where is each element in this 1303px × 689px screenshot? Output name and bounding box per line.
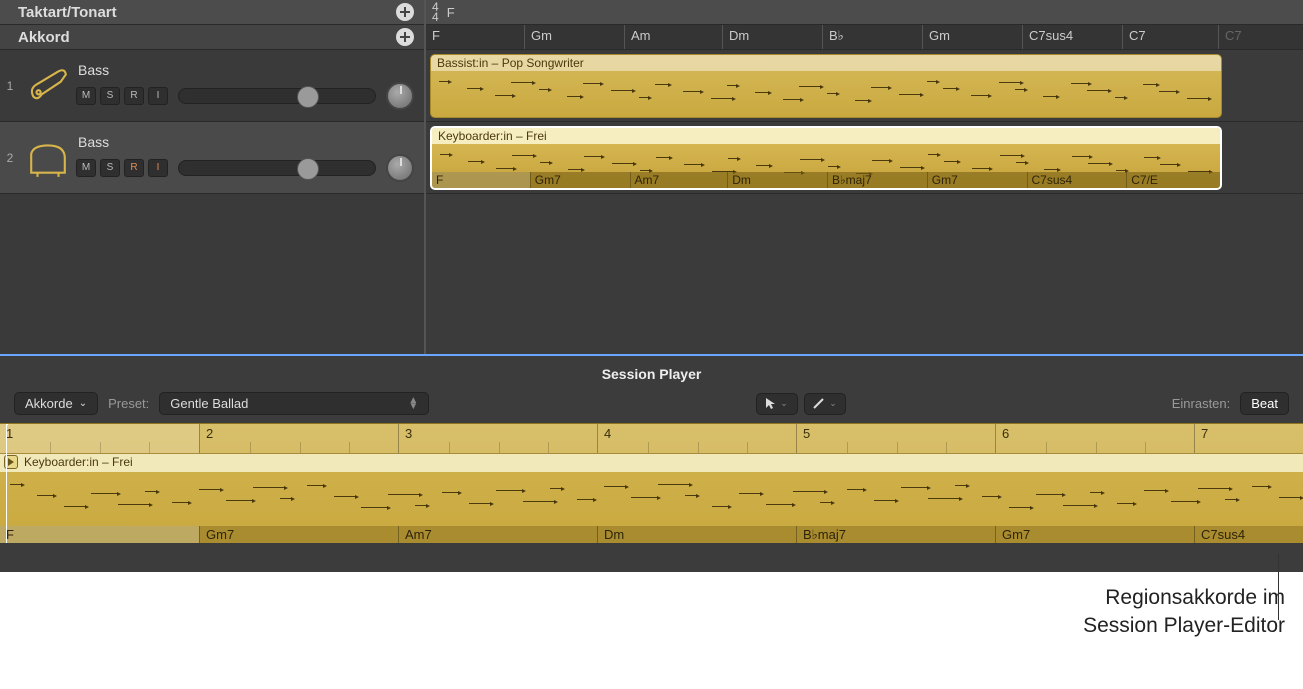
bar-cell[interactable]: 2 [199, 424, 398, 453]
snap-dropdown[interactable]: Beat [1240, 392, 1289, 415]
chords-dropdown[interactable]: Akkorde ⌄ [14, 392, 98, 415]
time-key-label: Taktart/Tonart [18, 4, 117, 21]
chord-cell[interactable]: C7 [1122, 25, 1218, 49]
bar-cell[interactable]: 6 [995, 424, 1194, 453]
chord-cell[interactable]: Gm [922, 25, 1022, 49]
volume-slider[interactable] [178, 88, 376, 104]
editor-timeline[interactable]: 1234567 Keyboarder:in – Frei FGm7Am7DmB♭… [0, 423, 1303, 543]
region-chord-cell[interactable]: Gm7 [530, 172, 630, 188]
editor-title: Session Player [0, 356, 1303, 388]
stepper-icon: ▲▼ [408, 398, 418, 410]
editor-bar-ruler[interactable]: 1234567 [0, 424, 1303, 454]
track-name: Bass [76, 134, 414, 150]
volume-slider[interactable] [178, 160, 376, 176]
snap-label: Einrasten: [1172, 396, 1231, 411]
editor-chord-cell[interactable]: F [0, 526, 199, 543]
bar-cell[interactable]: 7 [1194, 424, 1303, 453]
chord-cell[interactable]: F [426, 25, 524, 49]
editor-chord-cell[interactable]: Dm [597, 526, 796, 543]
chord-label: Akkord [18, 29, 70, 46]
track-m-button[interactable]: M [76, 87, 96, 105]
time-signature: 4 4 [432, 2, 439, 22]
pointer-tool[interactable]: ⌄ [756, 393, 798, 415]
editor-chord-cell[interactable]: Am7 [398, 526, 597, 543]
chevron-down-icon: ⌄ [829, 398, 837, 409]
chord-cell[interactable]: B♭ [822, 25, 922, 49]
track-i-button[interactable]: I [148, 159, 168, 177]
region-lane[interactable]: Bassist:in – Pop Songwriter [426, 50, 1303, 122]
region-chord-cell[interactable]: Am7 [630, 172, 728, 188]
bar-cell[interactable]: 3 [398, 424, 597, 453]
playhead[interactable] [6, 423, 7, 543]
region-title: Bassist:in – Pop Songwriter [431, 55, 1221, 71]
region-chord-cell[interactable]: F [432, 172, 530, 188]
track-s-button[interactable]: S [100, 87, 120, 105]
editor-region-header[interactable]: Keyboarder:in – Frei [0, 454, 1303, 472]
chord-cell[interactable]: Gm [524, 25, 624, 49]
app-root: Taktart/Tonart Akkord 1BassMSRI2BassMSRI… [0, 0, 1303, 689]
callout-line [1278, 554, 1279, 620]
plus-icon[interactable] [396, 3, 414, 21]
session-player-editor: Session Player Akkorde ⌄ Preset: Gentle … [0, 356, 1303, 572]
chord-cell[interactable]: Dm [722, 25, 822, 49]
chevron-down-icon: ⌄ [79, 398, 87, 409]
chord-cell[interactable]: C7sus4 [1022, 25, 1122, 49]
region-chord-cell[interactable]: C7/E [1126, 172, 1220, 188]
region-chord-cell[interactable]: Dm [727, 172, 827, 188]
time-key-ruler[interactable]: 4 4 F [426, 0, 1303, 25]
track-number: 1 [0, 79, 20, 93]
editor-chord-row[interactable]: FGm7Am7DmB♭maj7Gm7C7sus4 [0, 526, 1303, 543]
region-midi [431, 73, 1221, 117]
piano-icon [20, 137, 76, 179]
global-track-chord[interactable]: Akkord [0, 25, 424, 50]
caption-area: Regionsakkorde im Session Player-Editor [0, 572, 1303, 689]
bar-cell[interactable]: 5 [796, 424, 995, 453]
bar-cell[interactable]: 1 [0, 424, 199, 453]
editor-chord-cell[interactable]: Gm7 [995, 526, 1194, 543]
preset-label: Preset: [108, 396, 149, 411]
pan-knob[interactable] [386, 82, 414, 110]
track-name: Bass [76, 62, 414, 78]
region[interactable]: Keyboarder:in – FreiFGm7Am7DmB♭maj7Gm7C7… [430, 126, 1222, 190]
arrange-workspace[interactable]: 4 4 F FGmAmDmB♭GmC7sus4C7C7 Bassist:in –… [424, 0, 1303, 354]
track-r-button[interactable]: R [124, 87, 144, 105]
track-number: 2 [0, 151, 20, 165]
region[interactable]: Bassist:in – Pop Songwriter [430, 54, 1222, 118]
chord-cell[interactable]: Am [624, 25, 722, 49]
region-lane[interactable]: Keyboarder:in – FreiFGm7Am7DmB♭maj7Gm7C7… [426, 122, 1303, 194]
bar-cell[interactable]: 4 [597, 424, 796, 453]
key-label: F [447, 5, 455, 20]
editor-chord-cell[interactable]: Gm7 [199, 526, 398, 543]
plus-icon[interactable] [396, 28, 414, 46]
tool-group: ⌄ ⌄ [756, 393, 846, 415]
region-chord-cell[interactable]: B♭maj7 [827, 172, 927, 188]
chord-cell[interactable]: C7 [1218, 25, 1298, 49]
caption-text: Regionsakkorde im Session Player-Editor [0, 572, 1303, 641]
chord-ruler[interactable]: FGmAmDmB♭GmC7sus4C7C7 [426, 25, 1303, 50]
bass-guitar-icon [20, 65, 76, 107]
editor-midi-lane[interactable] [0, 472, 1303, 526]
arrange-area: Taktart/Tonart Akkord 1BassMSRI2BassMSRI… [0, 0, 1303, 356]
track-row[interactable]: 1 Bass MSRI [0, 50, 424, 122]
preset-dropdown[interactable]: Gentle Ballad ▲▼ [159, 392, 429, 415]
region-title: Keyboarder:in – Frei [432, 128, 1220, 144]
region-chord-cell[interactable]: C7sus4 [1027, 172, 1127, 188]
editor-chord-cell[interactable]: B♭maj7 [796, 526, 995, 543]
global-track-time-key[interactable]: Taktart/Tonart [0, 0, 424, 25]
track-row[interactable]: 2 Bass MSRI [0, 122, 424, 194]
track-r-button[interactable]: R [124, 159, 144, 177]
track-list-pane: Taktart/Tonart Akkord 1BassMSRI2BassMSRI [0, 0, 424, 354]
pan-knob[interactable] [386, 154, 414, 182]
region-chord-cell[interactable]: Gm7 [927, 172, 1027, 188]
track-m-button[interactable]: M [76, 159, 96, 177]
editor-chord-cell[interactable]: C7sus4 [1194, 526, 1303, 543]
chevron-down-icon: ⌄ [780, 398, 788, 409]
pencil-tool[interactable]: ⌄ [804, 393, 846, 415]
editor-toolbar: Akkorde ⌄ Preset: Gentle Ballad ▲▼ ⌄ ⌄ [0, 388, 1303, 423]
track-s-button[interactable]: S [100, 159, 120, 177]
region-chord-row[interactable]: FGm7Am7DmB♭maj7Gm7C7sus4C7/E [432, 172, 1220, 188]
track-i-button[interactable]: I [148, 87, 168, 105]
